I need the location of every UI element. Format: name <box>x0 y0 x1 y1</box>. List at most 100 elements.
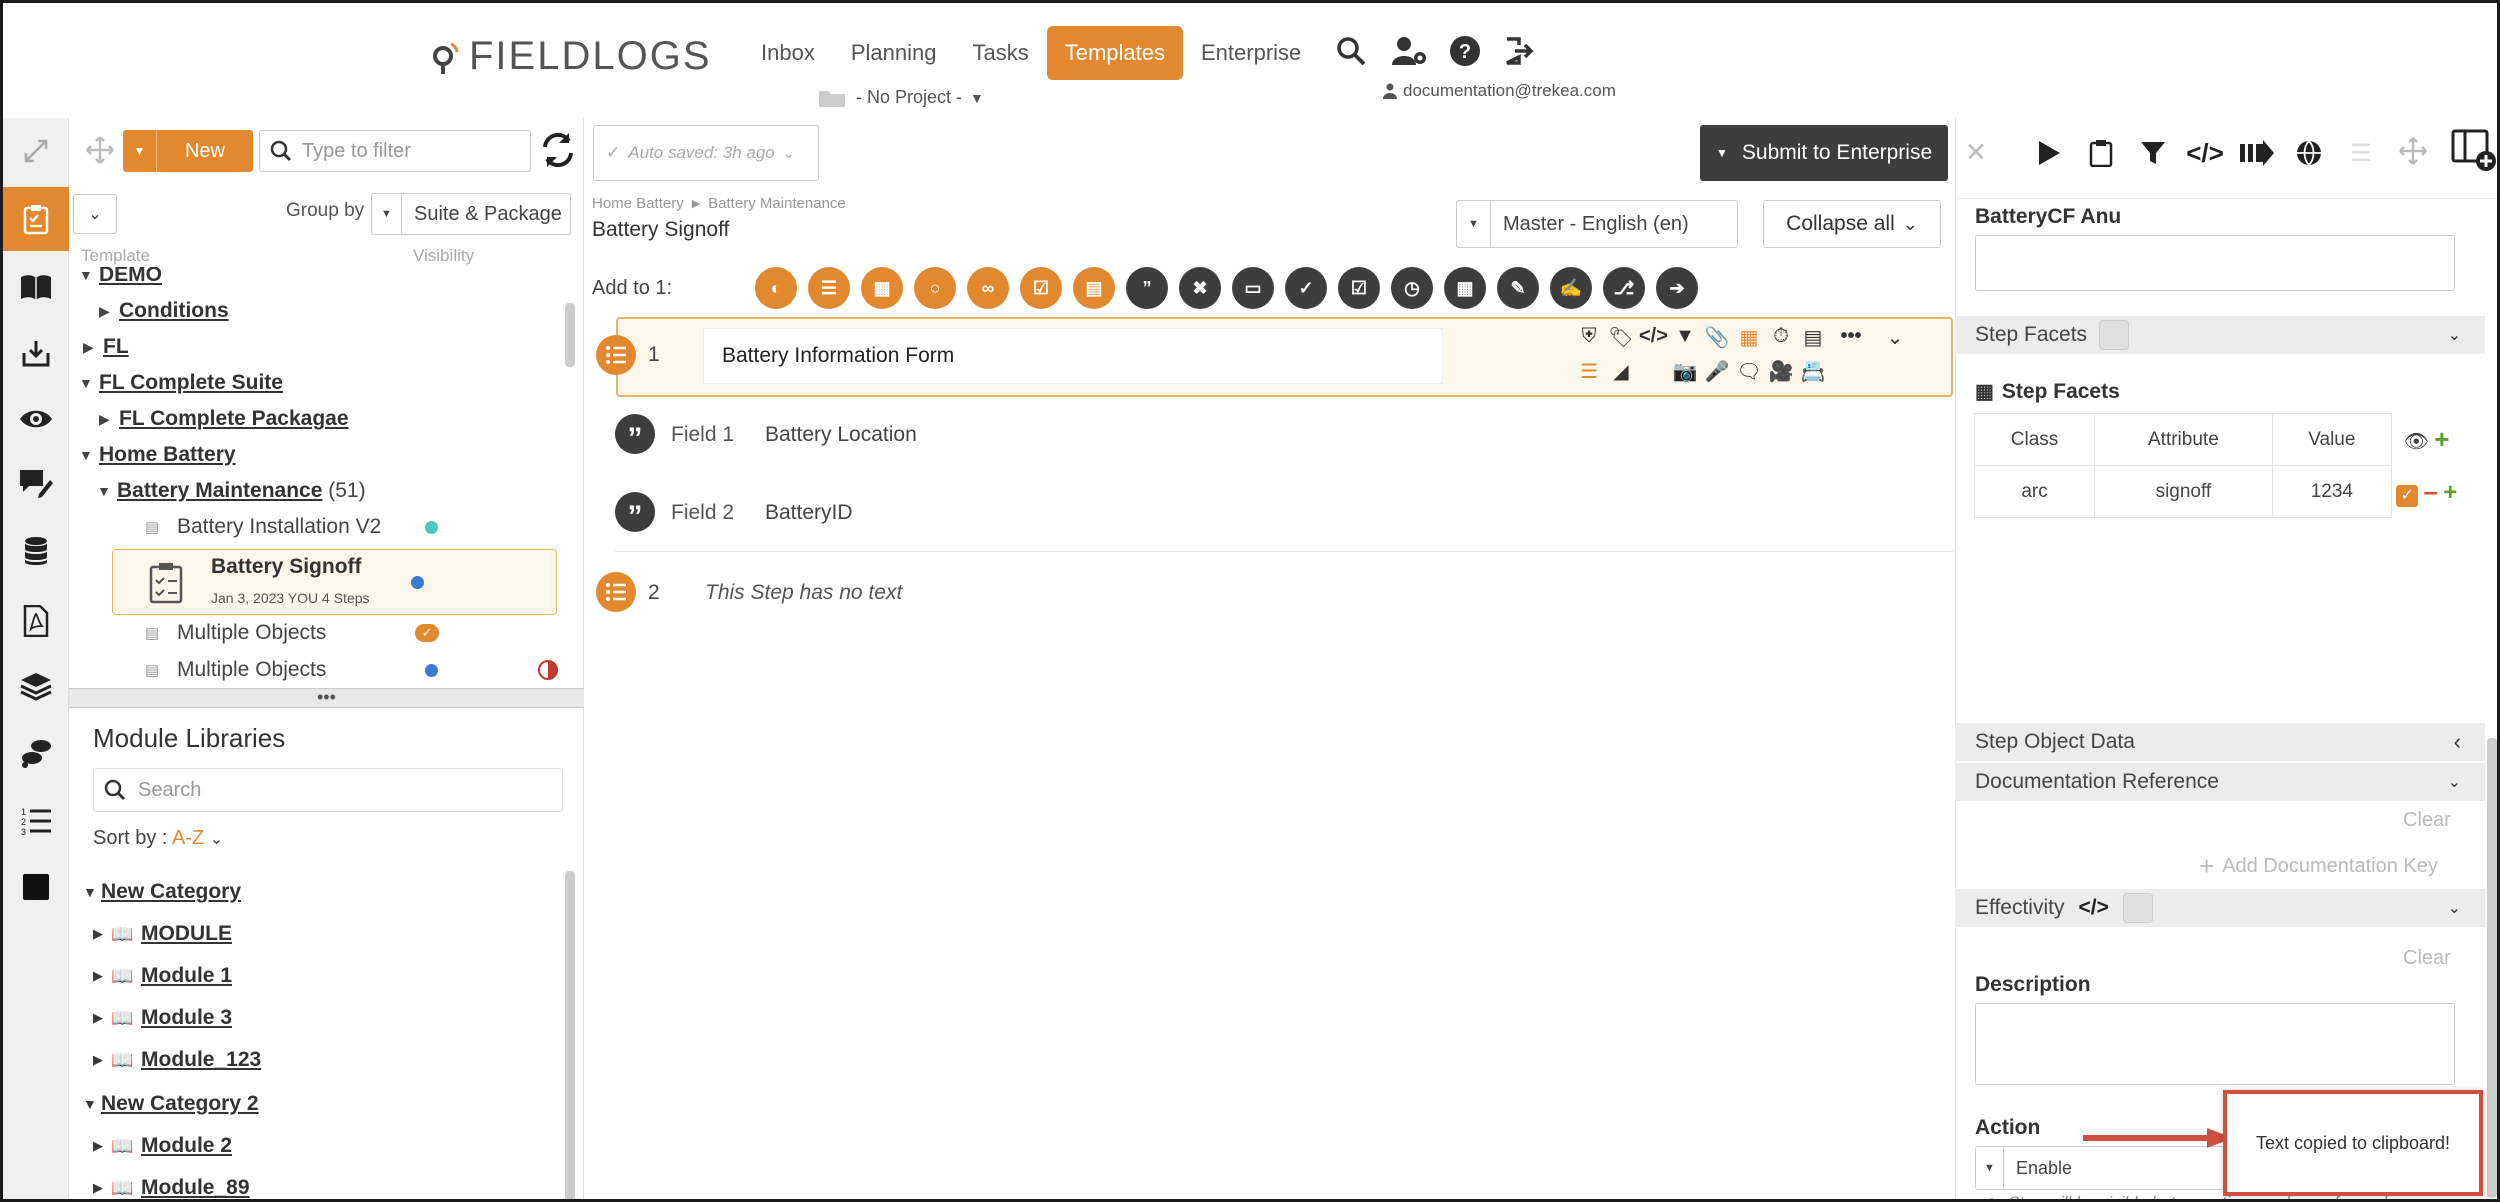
pencil-ruler-icon[interactable]: ✎ <box>1497 267 1539 309</box>
table-icon[interactable]: ▦ <box>861 267 903 309</box>
nav-tasks[interactable]: Tasks <box>954 26 1046 80</box>
panel-splitter[interactable]: ••• <box>69 687 584 708</box>
field-value[interactable]: BatteryID <box>765 501 853 525</box>
ramp-icon[interactable]: ◢ <box>1607 359 1635 384</box>
check-list-icon[interactable]: ✓ <box>1285 267 1327 309</box>
tree-node-demo[interactable]: ▼ DEMO <box>79 267 162 293</box>
add-panel-icon[interactable] <box>2451 127 2497 178</box>
template-filter-input[interactable]: Type to filter <box>259 130 531 172</box>
template-item-battery-signoff[interactable]: Battery Signoff Jan 3, 2023 YOU 4 Steps <box>112 549 557 615</box>
camera-icon[interactable]: 📷 <box>1671 359 1699 384</box>
filter-icon[interactable]: ▼ <box>1671 325 1699 350</box>
quote-icon[interactable]: ” <box>1126 267 1168 309</box>
steps-footprint-icon[interactable] <box>3 725 69 781</box>
breadcrumb-item[interactable]: Home Battery <box>592 195 684 212</box>
logout-icon[interactable] <box>1501 35 1537 71</box>
language-select[interactable]: ▼ Master - English (en) <box>1456 200 1738 248</box>
tool-x-icon[interactable]: ✖ <box>1179 267 1221 309</box>
tree-node-fl-complete-package[interactable]: ▶ FL Complete Packagae <box>99 401 349 437</box>
module-item[interactable]: ▶ 📖 Module_89 <box>93 1167 250 1199</box>
id-card-icon[interactable]: 📇 <box>1799 359 1827 384</box>
nav-enterprise[interactable]: Enterprise <box>1183 26 1319 80</box>
user-settings-icon[interactable] <box>1391 35 1427 71</box>
effectivity-section-header[interactable]: Effectivity </> ⌄ <box>1955 889 2485 927</box>
card-icon[interactable]: ▭ <box>1232 267 1274 309</box>
tag-icon[interactable]: 🏷 <box>1607 325 1635 350</box>
description-textarea[interactable] <box>1975 1003 2455 1085</box>
checklist-icon[interactable]: ☑ <box>1020 267 1062 309</box>
eye-icon[interactable] <box>3 391 69 447</box>
nav-templates[interactable]: Templates <box>1046 26 1183 80</box>
search-icon[interactable] <box>1333 35 1369 71</box>
code-icon[interactable]: </> <box>2179 125 2231 181</box>
stop-square-icon[interactable] <box>3 859 69 915</box>
step-title[interactable]: This Step has no text <box>705 581 902 605</box>
code-icon[interactable]: </> <box>1639 325 1668 350</box>
step-title-input[interactable]: Battery Information Form <box>703 328 1443 384</box>
module-item[interactable]: ▶ 📖 Module 1 <box>93 955 232 997</box>
move-icon[interactable] <box>85 135 115 170</box>
comment-icon[interactable]: 🗨 <box>1735 359 1763 384</box>
filter-icon[interactable] <box>2127 125 2179 181</box>
module-item[interactable]: ▶ 📖 Module_123 <box>93 1039 261 1081</box>
move-icon[interactable] <box>2398 136 2428 171</box>
clipboard-icon[interactable] <box>2075 125 2127 181</box>
calculator-icon[interactable]: ▦ <box>1444 267 1486 309</box>
table-cell[interactable]: signoff <box>2094 465 2273 518</box>
submit-to-enterprise-button[interactable]: ▼ Submit to Enterprise <box>1700 125 1948 181</box>
grid-icon[interactable]: ▦ <box>1735 325 1763 350</box>
module-item[interactable]: ▶ 📖 MODULE <box>93 913 232 955</box>
panel-scrollbar[interactable] <box>2487 738 2497 1198</box>
layers-icon[interactable] <box>3 659 69 715</box>
inbox-download-icon[interactable] <box>3 325 69 381</box>
step-facets-section-header[interactable]: Step Facets ⌄ <box>1955 316 2485 354</box>
autosave-status[interactable]: ✓ Auto saved: 3h ago ⌄ <box>593 125 819 181</box>
toggle-checkbox[interactable] <box>2099 320 2130 350</box>
table-icon[interactable]: ▤ <box>1799 325 1827 350</box>
documentation-reference-header[interactable]: Documentation Reference ⌄ <box>1955 763 2485 801</box>
toggle-checkbox[interactable] <box>2122 893 2153 923</box>
code-icon[interactable]: </> <box>2078 896 2108 920</box>
remove-icon[interactable]: – <box>2424 476 2438 506</box>
more-dots-icon[interactable]: ••• <box>1831 325 1871 350</box>
forward-steps-icon[interactable] <box>2231 125 2283 181</box>
globe-icon[interactable] <box>2283 125 2335 181</box>
module-sort[interactable]: Sort by : A-Z ⌄ <box>93 827 223 850</box>
arrow-right-icon[interactable]: ➔ <box>1656 267 1698 309</box>
chevron-down-icon[interactable]: ⌄ <box>1875 325 1915 350</box>
collapse-all-button[interactable]: Collapse all ⌄ <box>1763 200 1941 248</box>
list-numbered-icon[interactable]: 123 <box>3 793 69 849</box>
fieldlogs-logo[interactable]: FIELDLOGS <box>431 31 712 81</box>
module-item[interactable]: ▶ 📖 Module 3 <box>93 997 232 1039</box>
book-icon[interactable] <box>3 259 69 315</box>
module-search-input[interactable]: Search <box>93 768 563 812</box>
project-selector[interactable]: - No Project - ▼ <box>818 87 984 108</box>
step-object-data-header[interactable]: Step Object Data ‹ <box>1955 723 2485 761</box>
module-category-new-category-2[interactable]: ▼ New Category 2 <box>83 1083 259 1125</box>
database-icon[interactable] <box>3 523 69 579</box>
custom-field-input[interactable] <box>1975 235 2455 291</box>
play-icon[interactable] <box>2023 125 2075 181</box>
add-documentation-key-button[interactable]: + Add Documentation Key <box>2199 851 2438 882</box>
table-cell[interactable]: arc <box>1973 465 2096 518</box>
tree-node-home-battery[interactable]: ▼ Home Battery <box>79 437 236 473</box>
templates-clipboard-icon[interactable] <box>3 187 69 251</box>
add-icon[interactable]: + <box>2434 424 2449 454</box>
paperclip-icon[interactable]: 📎 <box>1703 325 1731 350</box>
film-icon[interactable]: ▤ <box>1073 267 1115 309</box>
group-by-select[interactable]: ▼ Suite & Package <box>371 193 571 235</box>
clock-icon[interactable]: ◷ <box>1391 267 1433 309</box>
video-icon[interactable]: 🎥 <box>1767 359 1795 384</box>
tree-node-fl[interactable]: ▶ FL <box>83 329 129 365</box>
microphone-icon[interactable]: 🎤 <box>1703 359 1731 384</box>
eye-icon[interactable]: 👁 <box>2404 431 2429 453</box>
branch-icon[interactable]: ⎇ <box>1603 267 1645 309</box>
template-item-battery-installation[interactable]: ▤ Battery Installation V2 <box>145 509 565 545</box>
tree-node-conditions[interactable]: ▶ Conditions <box>99 293 229 329</box>
chat-edit-icon[interactable] <box>3 455 69 511</box>
link-icon[interactable]: ∞ <box>967 267 1009 309</box>
close-icon[interactable]: ✕ <box>1965 137 1987 168</box>
timer-icon[interactable]: ⏱ <box>1767 325 1795 350</box>
nav-planning[interactable]: Planning <box>833 26 955 80</box>
refresh-icon[interactable] <box>539 131 577 174</box>
